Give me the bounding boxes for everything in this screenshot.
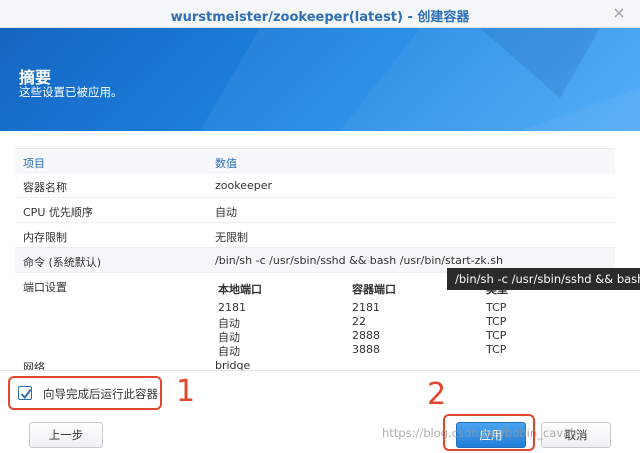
run-after-wizard-checkbox[interactable] (18, 386, 32, 400)
summary-table: 项目 数值 容器名称 zookeeper CPU 优先顺序 自动 内存限制 无限… (15, 148, 615, 370)
port-local: 2181 (218, 301, 246, 314)
header-value: 数值 (215, 157, 237, 170)
row-value: 无限制 (215, 231, 248, 244)
port-container: 22 (352, 315, 366, 328)
close-icon[interactable]: × (610, 4, 628, 22)
row-value: zookeeper (215, 179, 273, 192)
command-tooltip: /bin/sh -c /usr/sbin/sshd && bash (447, 268, 640, 290)
port-row: 自动 22 TCP (218, 315, 608, 330)
table-row[interactable]: CPU 优先顺序 自动 (15, 198, 615, 223)
port-type: TCP (486, 315, 507, 328)
annotation-number-2: 2 (427, 377, 447, 412)
title-bar: wurstmeister/zookeeper(latest) - 创建容器 × (0, 0, 640, 28)
table-row[interactable]: 内存限制 无限制 (15, 223, 615, 248)
window-title: wurstmeister/zookeeper(latest) - 创建容器 (170, 10, 470, 25)
run-after-wizard-label[interactable]: 向导完成后运行此容器 (43, 386, 158, 402)
port-container: 2181 (352, 301, 380, 314)
row-value: 自动 (215, 206, 237, 219)
watermark: https://blog.csdn.net/bobin_cavalry (382, 426, 585, 440)
row-value: /bin/sh -c /usr/sbin/sshd && bash /usr/b… (215, 254, 503, 267)
port-type: TCP (486, 301, 507, 314)
table-row-network[interactable]: 网络 bridge (15, 353, 615, 370)
table-row[interactable]: 容器名称 zookeeper (15, 173, 615, 198)
row-item: 命令 (系统默认) (23, 256, 102, 269)
row-item: 容器名称 (23, 181, 67, 194)
row-item: 端口设置 (23, 281, 67, 294)
row-item: 网络 (23, 361, 45, 370)
port-row: 2181 2181 TCP (218, 301, 608, 315)
ports-header-local: 本地端口 (218, 283, 262, 296)
port-type: TCP (486, 329, 507, 342)
checkmark-icon (20, 388, 32, 400)
ports-header-container: 容器端口 (352, 283, 396, 296)
table-header: 项目 数值 (15, 149, 615, 173)
port-container: 2888 (352, 329, 380, 342)
previous-button[interactable]: 上一步 (29, 422, 103, 448)
row-item: 内存限制 (23, 231, 67, 244)
header-item: 项目 (23, 157, 45, 170)
summary-banner: 摘要 这些设置已被应用。 (0, 28, 640, 131)
banner-decoration (200, 28, 640, 131)
annotation-number-1: 1 (176, 374, 196, 409)
row-item: CPU 优先顺序 (23, 206, 93, 219)
ports-grid: 本地端口 容器端口 类型 2181 2181 TCP 自动 22 TCP 自动 … (218, 281, 608, 358)
banner-subtitle: 这些设置已被应用。 (19, 85, 123, 99)
port-row: 自动 2888 TCP (218, 329, 608, 344)
row-value: bridge (215, 359, 251, 370)
